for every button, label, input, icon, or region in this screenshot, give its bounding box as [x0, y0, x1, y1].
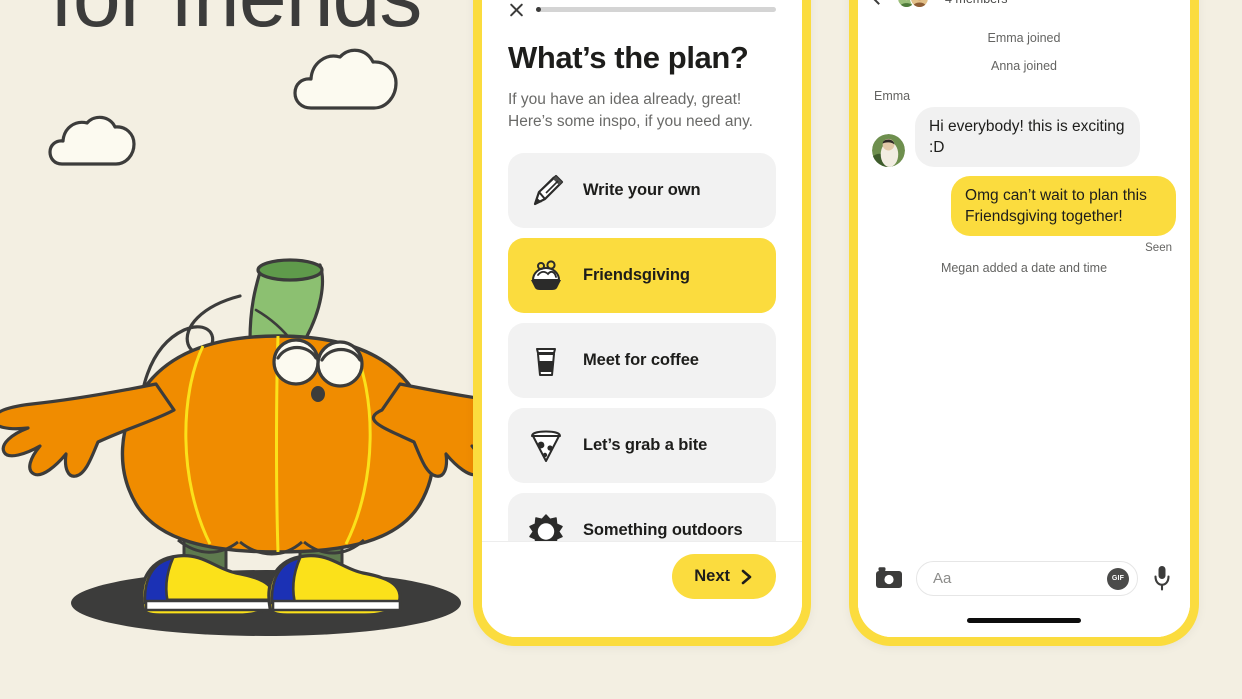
- system-message: Anna joined: [990, 59, 1058, 73]
- microphone-icon[interactable]: [1148, 561, 1176, 595]
- plan-picker-screen: What’s the plan? If you have an idea alr…: [482, 0, 802, 637]
- plan-option-label: Friendsgiving: [583, 266, 690, 284]
- food-bowl-icon: [525, 255, 567, 297]
- promo-screenshot: for friends: [0, 0, 1242, 699]
- progress-bar-fill: [536, 7, 542, 12]
- chat-input-bar: Aa GIF: [858, 551, 1190, 637]
- progress-bar: [536, 7, 776, 12]
- chevron-right-icon: [741, 569, 752, 584]
- pumpkin-mascot: [0, 258, 473, 636]
- gif-icon[interactable]: GIF: [1107, 567, 1129, 590]
- plan-option-meet-for-coffee[interactable]: Meet for coffee: [508, 323, 776, 398]
- seen-status: Seen: [1145, 242, 1172, 254]
- sun-icon: [525, 510, 567, 541]
- phone-frame-plan-picker: What’s the plan? If you have an idea alr…: [473, 0, 811, 646]
- message-input[interactable]: Aa GIF: [916, 561, 1138, 596]
- message-bubble: Omg can’t wait to plan this Friendsgivin…: [951, 176, 1176, 236]
- phone-frame-group-chat: 4 members Emma joined Anna joined Emma: [849, 0, 1199, 646]
- avatar[interactable]: [872, 134, 905, 167]
- plan-option-something-outdoors[interactable]: Something outdoors: [508, 493, 776, 541]
- plan-picker-topbar: [482, 0, 802, 18]
- hero-headline: for friends: [50, 0, 422, 47]
- chat-header: 4 members: [858, 0, 1190, 14]
- plan-option-label: Write your own: [583, 181, 701, 199]
- plan-options-list: Write your own Friendsgiving Meet for co…: [482, 153, 802, 541]
- camera-icon[interactable]: [872, 561, 906, 595]
- coffee-cup-icon: [525, 340, 567, 382]
- hero-illustration-panel: for friends: [0, 0, 473, 699]
- plan-option-grab-a-bite[interactable]: Let’s grab a bite: [508, 408, 776, 483]
- page-title: What’s the plan?: [508, 40, 749, 75]
- message-bubble: Hi everybody! this is exciting :D: [915, 107, 1140, 167]
- next-button[interactable]: Next: [672, 554, 776, 599]
- members-count-label: 4 members: [945, 0, 1008, 6]
- plan-option-label: Let’s grab a bite: [583, 436, 708, 454]
- chat-message-outgoing: Omg can’t wait to plan this Friendsgivin…: [872, 176, 1176, 236]
- plan-option-label: Something outdoors: [583, 521, 743, 539]
- pizza-slice-icon: [525, 425, 567, 467]
- message-sender-name: Emma: [874, 89, 911, 103]
- home-indicator: [967, 618, 1081, 623]
- cloud-icon-large: [293, 48, 398, 110]
- system-message: Megan added a date and time: [940, 261, 1108, 275]
- plan-option-label: Meet for coffee: [583, 351, 699, 369]
- plan-option-write-your-own[interactable]: Write your own: [508, 153, 776, 228]
- page-subtitle: If you have an idea already, great! Here…: [508, 91, 753, 130]
- next-button-label: Next: [694, 567, 730, 585]
- plan-picker-footer: Next: [482, 541, 802, 637]
- close-icon[interactable]: [508, 1, 525, 18]
- chat-message-incoming: Hi everybody! this is exciting :D: [872, 107, 1176, 167]
- member-avatar-stack[interactable]: [897, 0, 929, 8]
- avatar: [910, 0, 929, 8]
- mascot-mouth: [311, 386, 325, 402]
- pencil-icon: [525, 170, 567, 212]
- message-input-placeholder: Aa: [933, 570, 952, 587]
- system-message: Emma joined: [987, 31, 1061, 45]
- group-chat-screen: 4 members Emma joined Anna joined Emma: [858, 0, 1190, 637]
- plan-option-friendsgiving[interactable]: Friendsgiving: [508, 238, 776, 313]
- chat-message-list: Emma joined Anna joined Emma Hi everybod…: [858, 14, 1190, 551]
- back-chevron-icon[interactable]: [872, 0, 885, 5]
